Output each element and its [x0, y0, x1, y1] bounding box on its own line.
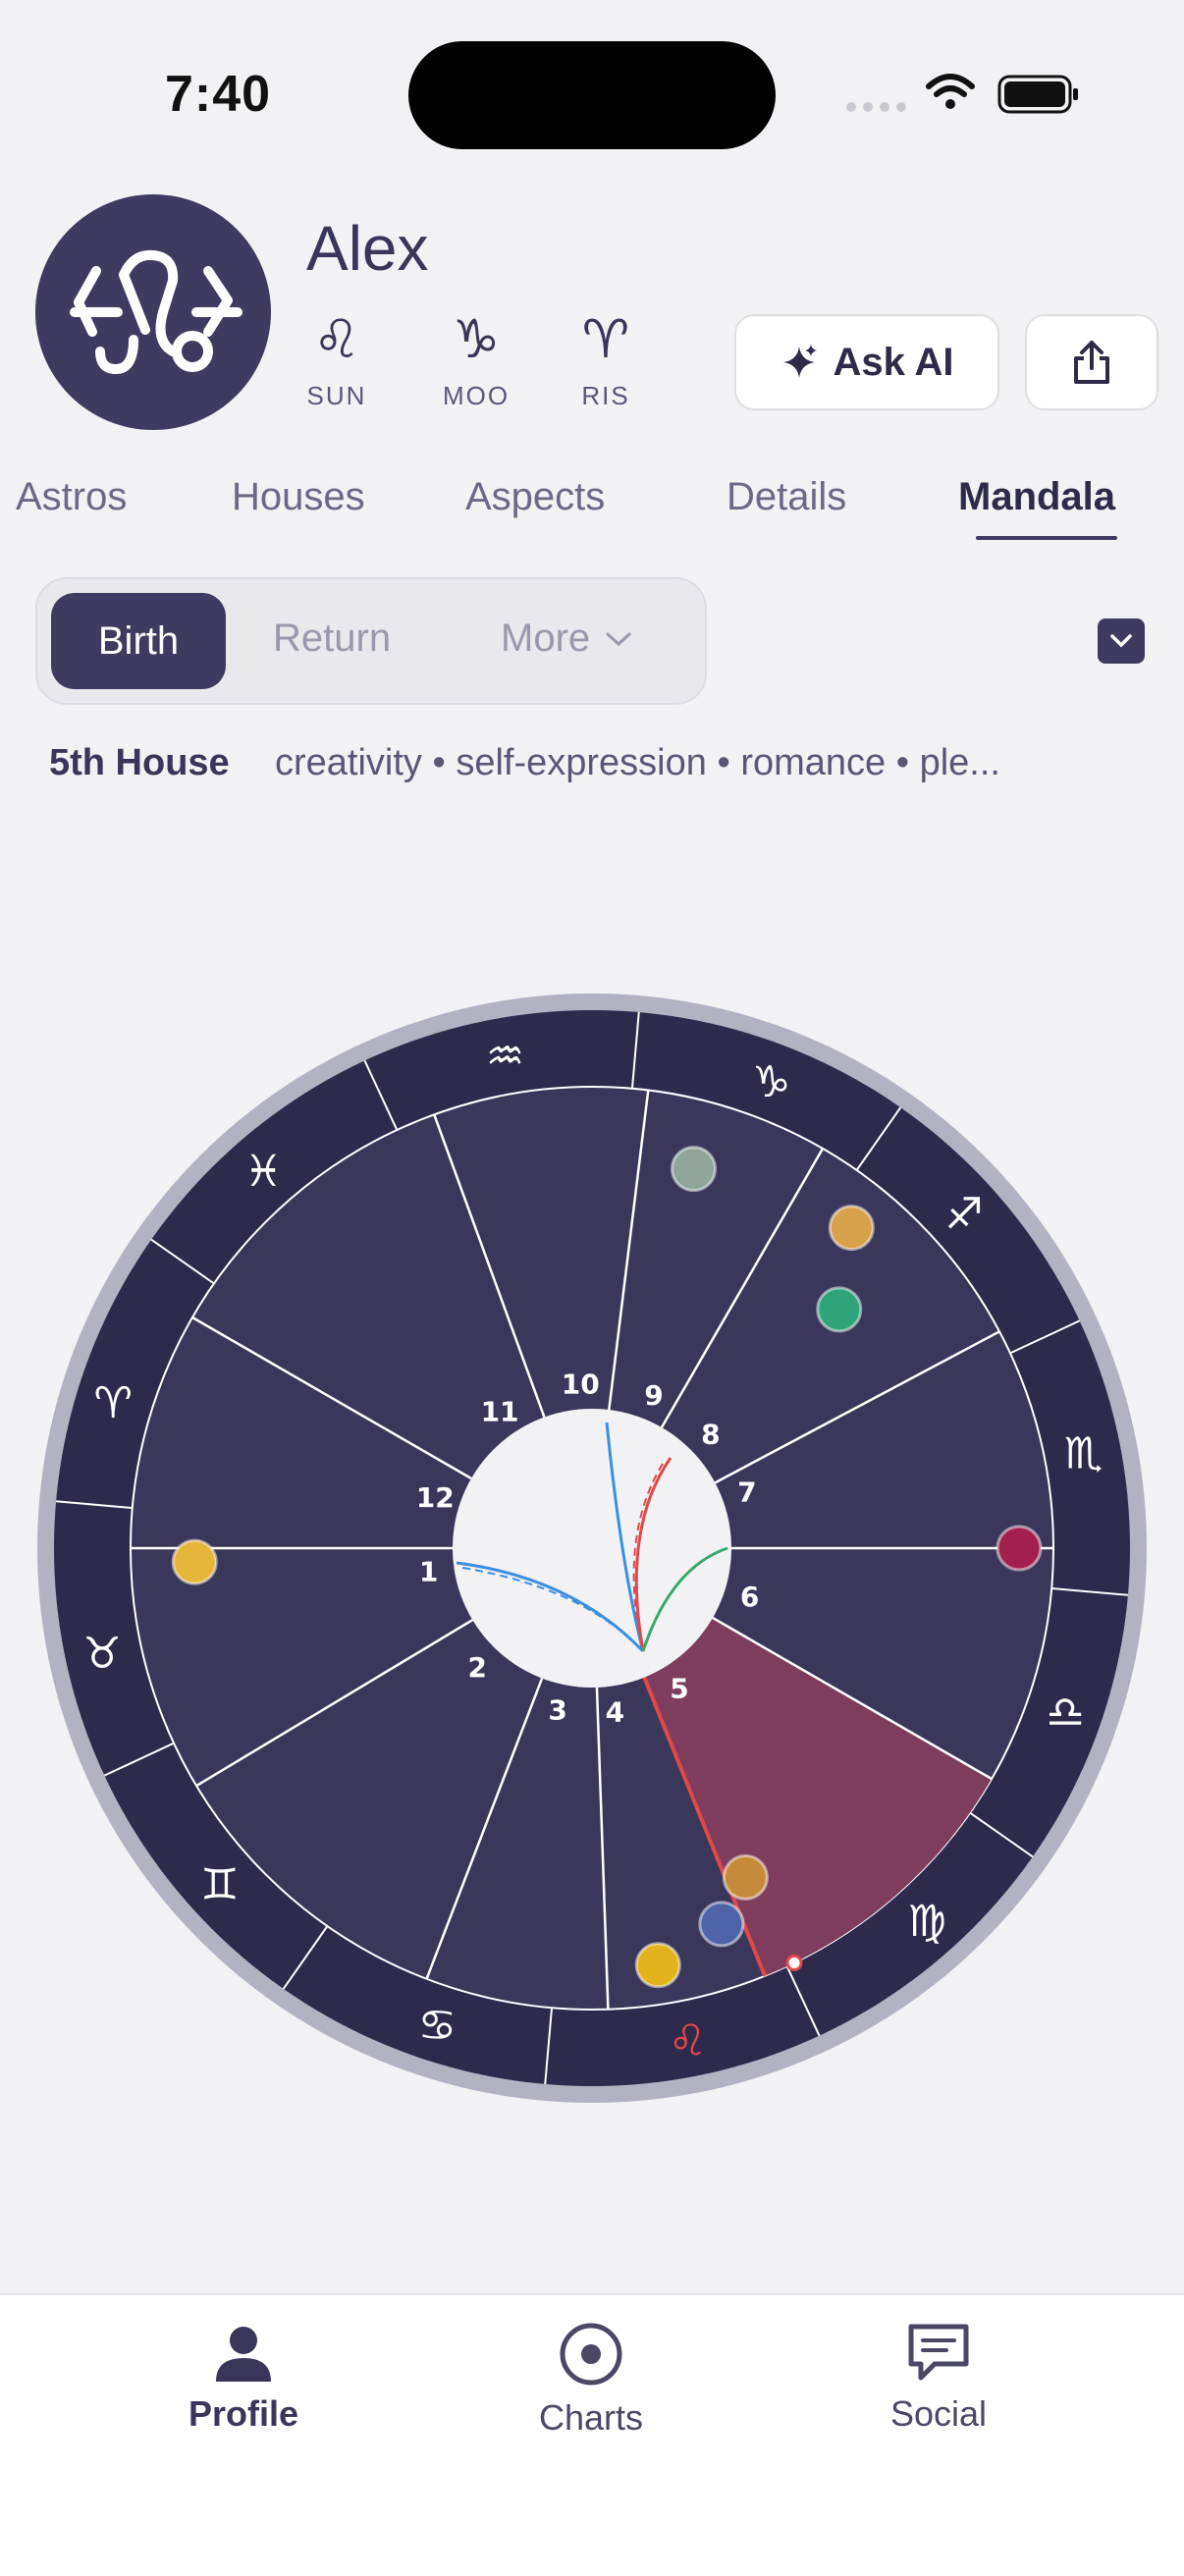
lilith-planet-icon [996, 1525, 1043, 1572]
chevron-down-icon [1110, 634, 1132, 648]
options-dropdown-button[interactable] [1098, 618, 1145, 664]
person-icon [216, 2327, 271, 2382]
active-tab-indicator [976, 536, 1117, 540]
ask-ai-button[interactable]: Ask AI [734, 314, 999, 410]
segment-more[interactable]: More [501, 617, 633, 661]
zodiac-glyph: ♉︎ [82, 1629, 121, 1679]
pluto-planet-icon [828, 1205, 875, 1252]
zodiac-glyph: ♎︎ [1046, 1688, 1084, 1738]
tab-houses[interactable]: Houses [232, 475, 365, 519]
zodiac-glyph: ♊︎ [200, 1859, 239, 1909]
zodiac-glyph: ♏︎ [1064, 1429, 1103, 1479]
aries-icon: ♈︎ [581, 308, 630, 370]
house-number: 8 [701, 1418, 720, 1450]
segment-more-label: More [501, 617, 591, 660]
share-button[interactable] [1025, 314, 1158, 410]
zodiac-glyph: ♓︎ [244, 1147, 283, 1197]
zodiac-glyph: ♌︎ [669, 2016, 707, 2066]
signal-dots-icon [846, 102, 906, 112]
natal-chart-wheel[interactable]: ♈︎♉︎♊︎♋︎ ♌︎♍︎♎︎♏︎♐︎♑︎♒︎♓︎123 456789101112 [18, 974, 1166, 2122]
house-number: 7 [737, 1476, 756, 1509]
rising-label: RIS [581, 381, 630, 410]
rising-sign: ♈︎ RIS [562, 312, 650, 411]
sun-planet-icon [634, 1942, 681, 1989]
sun-label: SUN [306, 381, 367, 410]
sparkle-icon [783, 345, 818, 378]
zodiac-glyph: ♐︎ [944, 1190, 983, 1240]
house-number: 9 [644, 1379, 663, 1412]
profile-name: Alex [306, 213, 429, 284]
house-number: 1 [419, 1555, 438, 1587]
chat-bubble-icon [908, 2324, 969, 2381]
segment-birth[interactable]: Birth [51, 593, 226, 689]
nav-profile[interactable]: Profile [145, 2321, 342, 2435]
house-number: 11 [481, 1396, 519, 1428]
moon-planet-icon [671, 1146, 718, 1193]
zodiac-glyph: ♈︎ [94, 1378, 133, 1428]
leo-sign-icon [70, 249, 242, 374]
dynamic-island [408, 41, 776, 149]
house-number: 4 [606, 1695, 624, 1728]
chevron-down-icon [606, 632, 631, 646]
zodiac-glyph: ♒︎ [486, 1032, 524, 1082]
zodiac-glyph: ♑︎ [752, 1057, 790, 1107]
selected-house-title: 5th House [49, 742, 230, 783]
zodiac-glyph: ♍︎ [908, 1897, 946, 1947]
tab-mandala[interactable]: Mandala [958, 475, 1115, 519]
house-number: 2 [468, 1651, 487, 1684]
selected-house-keywords: creativity • self-expression • romance •… [275, 742, 1000, 783]
moon-label: MOO [442, 381, 511, 410]
share-icon [1074, 341, 1109, 384]
tab-astros[interactable]: Astros [16, 475, 127, 519]
wifi-icon [926, 74, 975, 109]
zodiac-glyph: ♋︎ [418, 2001, 457, 2051]
tab-aspects[interactable]: Aspects [465, 475, 605, 519]
house-number: 12 [416, 1481, 455, 1514]
battery-icon [997, 75, 1078, 114]
status-time: 7:40 [165, 66, 272, 123]
nav-social-label: Social [889, 2393, 988, 2434]
nav-charts[interactable]: Charts [493, 2321, 689, 2439]
nav-social[interactable]: Social [840, 2321, 1037, 2435]
capricorn-icon: ♑︎ [452, 308, 501, 370]
north-node-planet-icon [698, 1901, 745, 1948]
house-number: 5 [670, 1672, 688, 1704]
segment-return[interactable]: Return [273, 617, 391, 661]
tab-details[interactable]: Details [727, 475, 846, 519]
nav-charts-label: Charts [538, 2397, 644, 2438]
house-number: 3 [548, 1693, 566, 1726]
avatar[interactable] [35, 194, 271, 430]
mercury-planet-icon [722, 1853, 769, 1901]
ask-ai-label: Ask AI [833, 340, 954, 384]
saturn-planet-icon [171, 1538, 218, 1585]
sun-sign: ♌︎ SUN [293, 312, 381, 411]
node-planet-icon [816, 1286, 863, 1333]
cusp-marker [785, 1954, 803, 1971]
leo-icon: ♌︎ [312, 308, 361, 370]
moon-sign: ♑︎ MOO [432, 312, 520, 411]
nav-profile-label: Profile [188, 2393, 299, 2434]
house-number: 10 [562, 1368, 600, 1400]
house-number: 6 [740, 1581, 759, 1613]
target-icon [560, 2323, 622, 2386]
chart-center [453, 1409, 731, 1688]
